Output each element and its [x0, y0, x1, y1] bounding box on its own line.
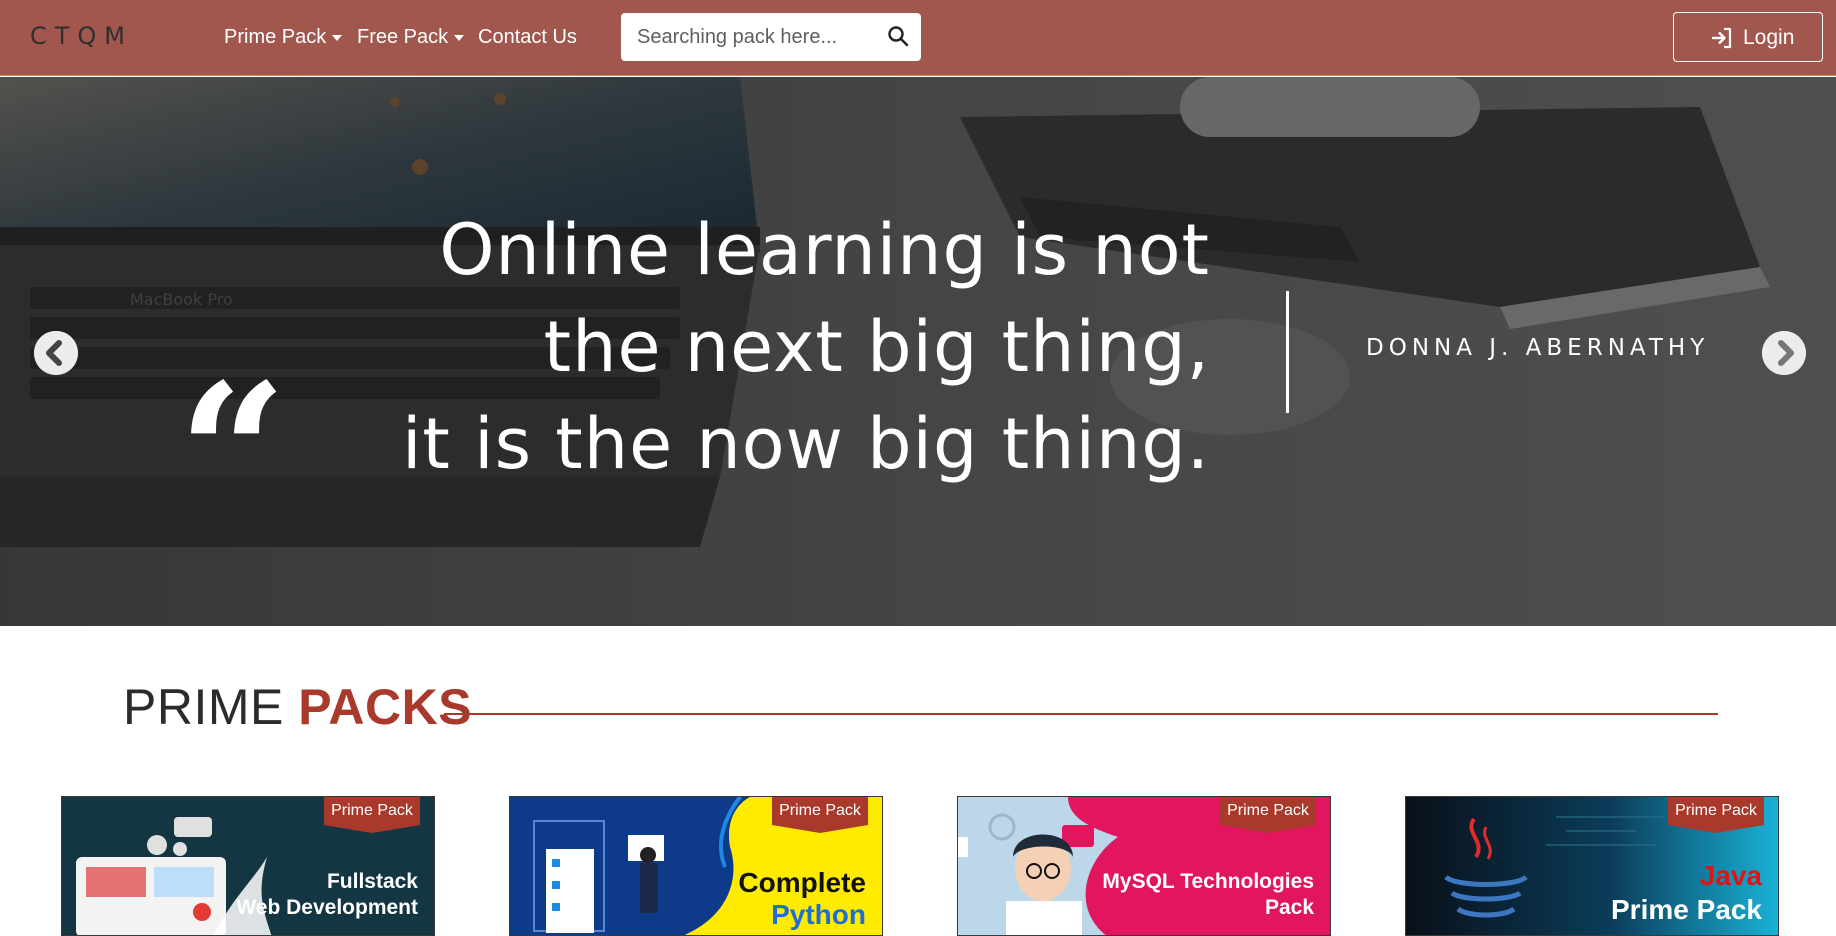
caret-down-icon	[454, 34, 465, 41]
card-title: Fullstack Web Development	[236, 869, 418, 921]
search-button[interactable]	[885, 23, 913, 51]
login-label: Login	[1743, 26, 1795, 49]
card-title-line: Pack	[1264, 896, 1314, 919]
sign-in-icon	[1712, 27, 1732, 49]
prime-pack-badge: Prime Pack	[1227, 802, 1309, 819]
hero-quote: Online learning is not the next big thin…	[300, 202, 1210, 493]
nav-prime-pack-dropdown[interactable]: Prime Pack	[224, 26, 343, 49]
card-title: MySQL Technologies Pack	[1102, 869, 1314, 921]
nav-free-pack-dropdown[interactable]: Free Pack	[357, 26, 465, 49]
search-input[interactable]	[621, 13, 871, 61]
prime-pack-badge: Prime Pack	[779, 802, 861, 819]
section-title: PRIME PACKS	[123, 678, 472, 736]
carousel-prev-button[interactable]	[34, 331, 78, 375]
quote-author: DONNA J. ABERNATHY	[1366, 335, 1710, 361]
chevron-left-icon	[34, 331, 78, 375]
hero-carousel: MacBook Pro “ Online learning is not the…	[0, 77, 1836, 626]
pack-card-mysql[interactable]: MySQL Technologies Pack Prime Pack	[957, 796, 1331, 936]
card-title-line: Fullstack	[326, 870, 418, 893]
section-title-accent: PACKS	[298, 679, 473, 735]
prime-pack-badge: Prime Pack	[1675, 802, 1757, 819]
card-title: Java Prime Pack	[1611, 859, 1762, 927]
hero-quote-line: Online learning is not	[439, 209, 1210, 291]
prime-pack-badge: Prime Pack	[331, 802, 413, 819]
pack-card-python[interactable]: Complete Python Prime Pack	[509, 796, 883, 936]
quote-mark: “	[178, 342, 288, 565]
card-title-line: Java	[1699, 860, 1762, 891]
hero-quote-line: it is the now big thing.	[401, 403, 1210, 485]
nav-contact-us-link[interactable]: Contact Us	[478, 26, 577, 49]
pack-card-fullstack[interactable]: Fullstack Web Development Prime Pack	[61, 796, 435, 936]
top-navbar: CTQM Prime Pack Free Pack Contact Us Log…	[0, 0, 1836, 76]
card-title: Complete Python	[738, 867, 866, 931]
carousel-next-button[interactable]	[1762, 331, 1806, 375]
card-title-line: Complete	[738, 867, 866, 898]
nav-prime-pack-label: Prime Pack	[224, 26, 327, 48]
brand-logo[interactable]: CTQM	[30, 22, 133, 50]
chevron-right-icon	[1762, 331, 1806, 375]
pack-card-java[interactable]: Java Prime Pack Prime Pack	[1405, 796, 1779, 936]
search-icon	[888, 26, 909, 47]
nav-free-pack-label: Free Pack	[357, 26, 449, 48]
card-title-line: Python	[771, 899, 866, 930]
caret-down-icon	[332, 34, 343, 41]
quote-divider	[1286, 291, 1289, 413]
section-divider	[444, 713, 1718, 715]
card-title-line: Prime Pack	[1611, 894, 1762, 925]
card-title-line: MySQL Technologies	[1102, 870, 1314, 893]
hero-quote-line: the next big thing,	[543, 306, 1210, 388]
card-title-line: Web Development	[236, 896, 418, 919]
login-button[interactable]: Login	[1673, 12, 1823, 62]
search-box	[621, 13, 921, 61]
section-title-plain: PRIME	[123, 679, 299, 735]
